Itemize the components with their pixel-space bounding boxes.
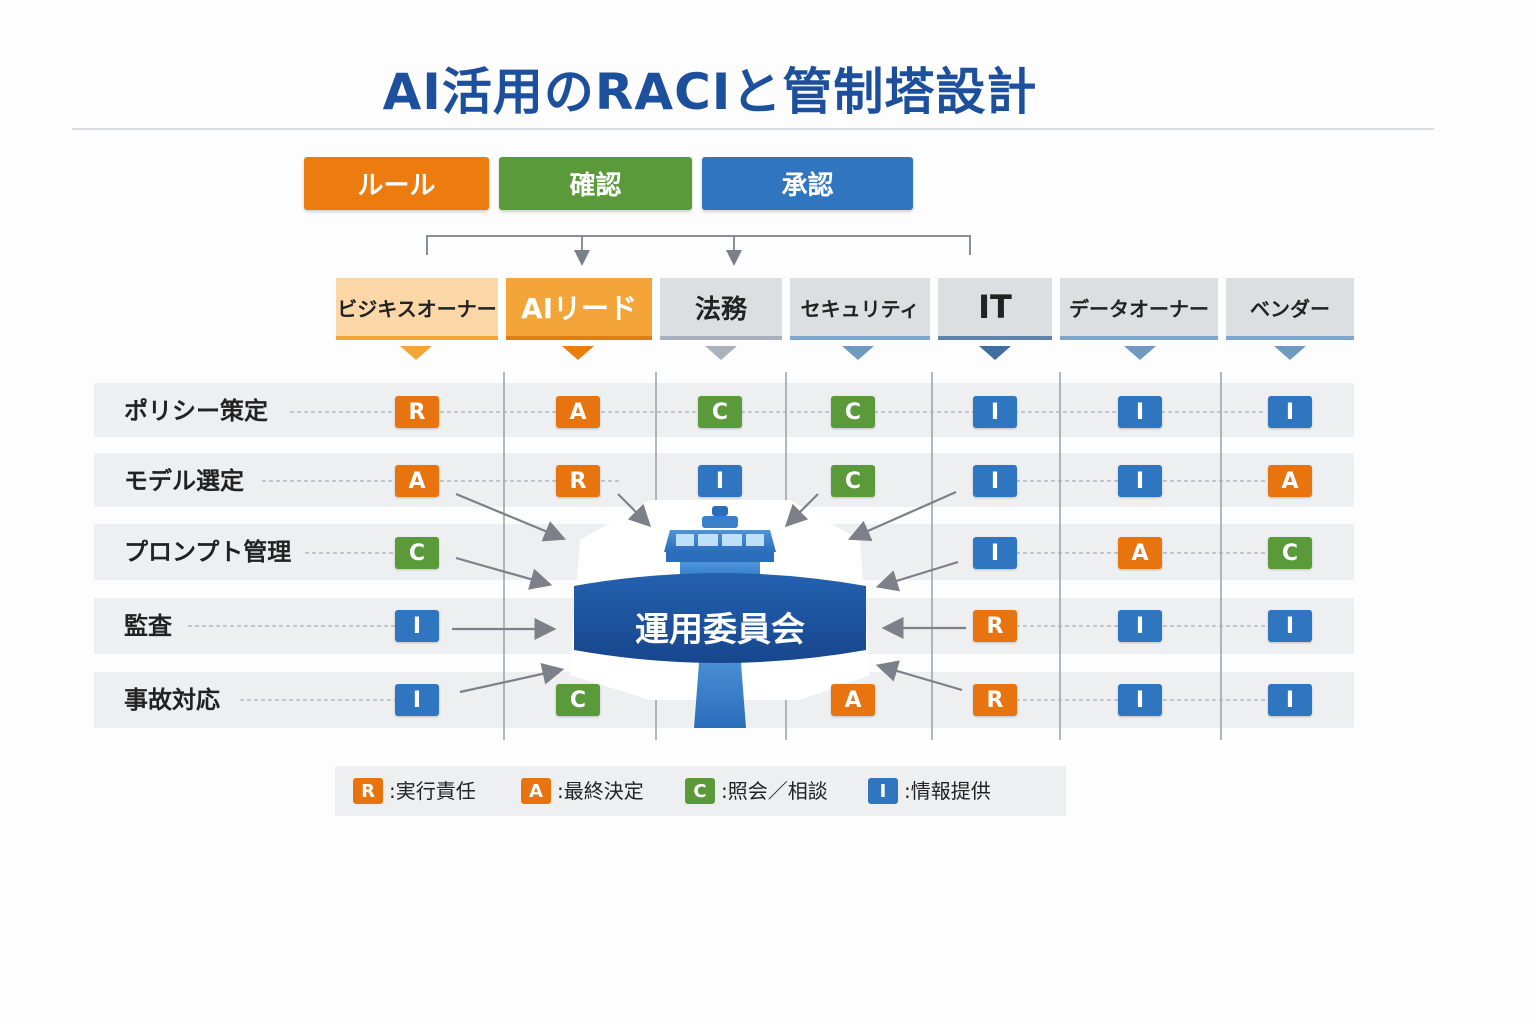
- raci-badge: I: [1268, 684, 1312, 716]
- raci-badge: A: [395, 465, 439, 497]
- legend-text-a: :最終決定: [557, 779, 644, 803]
- flow-arrows: [452, 490, 966, 694]
- legend-badge-c: C: [685, 778, 715, 804]
- raci-badge: I: [973, 465, 1017, 497]
- raci-badge: I: [1118, 465, 1162, 497]
- raci-badge: C: [1268, 537, 1312, 569]
- raci-badge: I: [1268, 396, 1312, 428]
- raci-badge: A: [556, 396, 600, 428]
- raci-badge: I: [1268, 610, 1312, 642]
- legend-badge-i: I: [868, 778, 898, 804]
- legend-badge-r: R: [353, 778, 383, 804]
- raci-badge: I: [973, 537, 1017, 569]
- raci-badge: A: [1268, 465, 1312, 497]
- raci-badge: I: [1118, 396, 1162, 428]
- legend-text-c: :照会／相談: [721, 779, 828, 803]
- raci-badge: I: [1118, 684, 1162, 716]
- raci-badge: C: [831, 396, 875, 428]
- raci-badge: I: [698, 465, 742, 497]
- raci-badge: I: [395, 610, 439, 642]
- legend-text-i: :情報提供: [904, 779, 991, 803]
- raci-badge: R: [395, 396, 439, 428]
- raci-badge: C: [831, 465, 875, 497]
- raci-badge: C: [556, 684, 600, 716]
- raci-badge: C: [698, 396, 742, 428]
- legend: R :実行責任 A :最終決定 C :照会／相談 I :情報提供: [335, 766, 1066, 816]
- raci-badge: R: [556, 465, 600, 497]
- raci-badge: I: [1118, 610, 1162, 642]
- legend-text-r: :実行責任: [389, 779, 476, 803]
- raci-badge: R: [973, 684, 1017, 716]
- raci-badge: A: [831, 684, 875, 716]
- raci-badge: I: [973, 396, 1017, 428]
- raci-badge: C: [395, 537, 439, 569]
- legend-badge-a: A: [521, 778, 551, 804]
- raci-badge: A: [1118, 537, 1162, 569]
- raci-badge: R: [973, 610, 1017, 642]
- raci-badge: I: [395, 684, 439, 716]
